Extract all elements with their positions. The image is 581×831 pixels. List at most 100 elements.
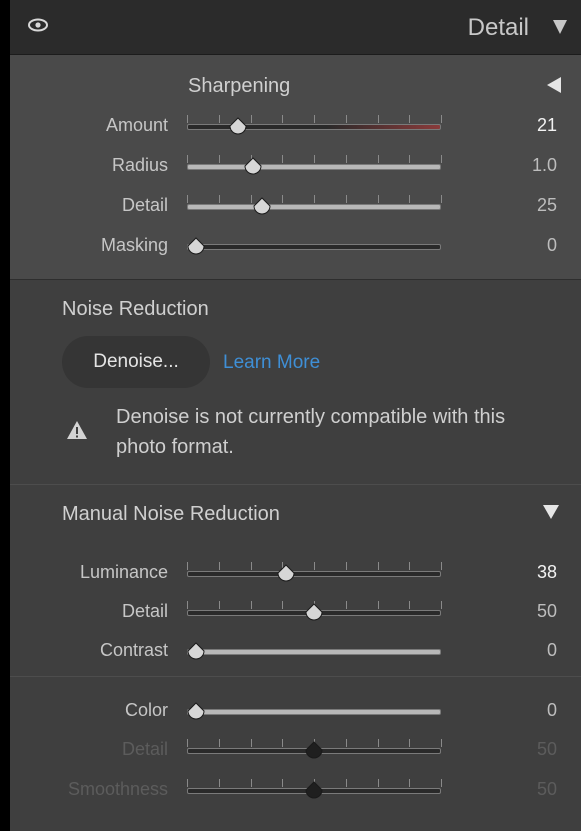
slider-ticks bbox=[187, 562, 442, 570]
slider-tick bbox=[282, 601, 284, 609]
slider-tick bbox=[345, 601, 347, 609]
denoise-button[interactable]: Denoise... bbox=[62, 336, 210, 388]
slider-tick bbox=[282, 739, 284, 747]
slider-thumb[interactable] bbox=[187, 642, 205, 660]
slider-row-contrast: Contrast 0 bbox=[10, 636, 581, 666]
slider-tick bbox=[218, 195, 220, 203]
slider-value[interactable]: 38 bbox=[537, 562, 557, 583]
panel-title: Detail bbox=[467, 14, 529, 41]
slider-label: Detail bbox=[121, 601, 168, 621]
slider-tick bbox=[282, 195, 284, 203]
slider-tick bbox=[377, 739, 379, 747]
slider-thumb[interactable] bbox=[277, 564, 295, 582]
slider-row-amount: Amount 21 bbox=[10, 111, 581, 141]
slider-value[interactable]: 0 bbox=[547, 235, 557, 256]
slider-value[interactable]: 50 bbox=[537, 601, 557, 622]
slider-thumb[interactable] bbox=[305, 603, 323, 621]
slider-tick bbox=[282, 115, 284, 123]
slider-tick bbox=[441, 155, 442, 163]
slider-label: Smoothness bbox=[67, 779, 168, 799]
slider-track[interactable] bbox=[187, 204, 441, 210]
slider-tick bbox=[377, 601, 379, 609]
slider-tick bbox=[314, 155, 315, 163]
learn-more-link[interactable]: Learn More bbox=[223, 352, 320, 374]
slider-label: Amount bbox=[105, 115, 168, 135]
slider-tick bbox=[345, 115, 347, 123]
triangle-left-icon[interactable] bbox=[547, 77, 561, 93]
slider-label: Luminance bbox=[79, 562, 168, 582]
slider-row-luminance: Luminance 38 bbox=[10, 558, 581, 588]
slider-tick bbox=[409, 195, 411, 203]
slider-tick bbox=[314, 115, 315, 123]
slider-tick bbox=[314, 195, 315, 203]
slider-tick bbox=[345, 155, 347, 163]
slider-tick bbox=[345, 195, 347, 203]
slider-tick bbox=[377, 155, 379, 163]
slider-tick bbox=[345, 562, 347, 570]
slider-thumb[interactable] bbox=[187, 237, 205, 255]
slider-tick bbox=[218, 779, 220, 787]
slider-tick bbox=[441, 562, 442, 570]
slider-thumb bbox=[305, 741, 323, 759]
slider-row-color-detail: Detail 50 bbox=[10, 735, 581, 765]
slider-thumb bbox=[305, 781, 323, 799]
panel-header[interactable]: Detail bbox=[10, 0, 581, 55]
slider-tick bbox=[409, 601, 411, 609]
slider-track[interactable] bbox=[187, 244, 441, 250]
slider-tick bbox=[187, 779, 188, 787]
slider-tick bbox=[250, 779, 252, 787]
slider-tick bbox=[282, 779, 284, 787]
slider-tick bbox=[377, 195, 379, 203]
slider-tick bbox=[441, 779, 442, 787]
slider-tick bbox=[282, 155, 284, 163]
slider-tick bbox=[187, 601, 188, 609]
sharpening-section: Sharpening Amount 21 Radius 1.0 Detail 2… bbox=[10, 55, 581, 280]
slider-thumb[interactable] bbox=[253, 197, 271, 215]
slider-tick bbox=[441, 195, 442, 203]
slider-tick bbox=[218, 739, 220, 747]
slider-row-radius: Radius 1.0 bbox=[10, 151, 581, 181]
slider-tick bbox=[345, 779, 347, 787]
eye-icon[interactable] bbox=[28, 18, 48, 32]
slider-label: Detail bbox=[121, 739, 168, 759]
triangle-down-icon[interactable] bbox=[553, 20, 567, 34]
slider-tick bbox=[409, 155, 411, 163]
slider-tick bbox=[441, 739, 442, 747]
slider-thumb[interactable] bbox=[229, 117, 247, 135]
slider-tick bbox=[250, 739, 252, 747]
slider-thumb[interactable] bbox=[244, 157, 262, 175]
slider-track[interactable] bbox=[187, 571, 441, 577]
slider-tick bbox=[441, 115, 442, 123]
slider-label: Contrast bbox=[99, 640, 168, 660]
slider-label: Radius bbox=[111, 155, 168, 175]
slider-tick bbox=[187, 562, 188, 570]
slider-value[interactable]: 21 bbox=[537, 115, 557, 136]
slider-tick bbox=[377, 779, 379, 787]
slider-tick bbox=[250, 115, 252, 123]
warning-icon bbox=[67, 421, 87, 439]
slider-tick bbox=[345, 739, 347, 747]
slider-tick bbox=[187, 115, 188, 123]
slider-track[interactable] bbox=[187, 709, 441, 715]
slider-tick bbox=[377, 115, 379, 123]
slider-tick bbox=[187, 739, 188, 747]
slider-track[interactable] bbox=[187, 124, 441, 130]
slider-track[interactable] bbox=[187, 649, 441, 655]
slider-value[interactable]: 25 bbox=[537, 195, 557, 216]
slider-label: Detail bbox=[121, 195, 168, 215]
slider-row-color: Color 0 bbox=[10, 696, 581, 726]
slider-track[interactable] bbox=[187, 164, 441, 170]
triangle-down-icon[interactable] bbox=[543, 505, 559, 519]
slider-tick bbox=[409, 779, 411, 787]
slider-label: Masking bbox=[100, 235, 168, 255]
slider-ticks bbox=[187, 195, 442, 203]
slider-thumb[interactable] bbox=[187, 702, 205, 720]
slider-value[interactable]: 1.0 bbox=[532, 155, 557, 176]
slider-row-luminance-detail: Detail 50 bbox=[10, 597, 581, 627]
slider-value[interactable]: 0 bbox=[547, 640, 557, 661]
slider-value[interactable]: 0 bbox=[547, 700, 557, 721]
slider-tick bbox=[218, 155, 220, 163]
slider-tick bbox=[314, 562, 315, 570]
slider-value: 50 bbox=[536, 779, 557, 799]
slider-tick bbox=[218, 562, 220, 570]
